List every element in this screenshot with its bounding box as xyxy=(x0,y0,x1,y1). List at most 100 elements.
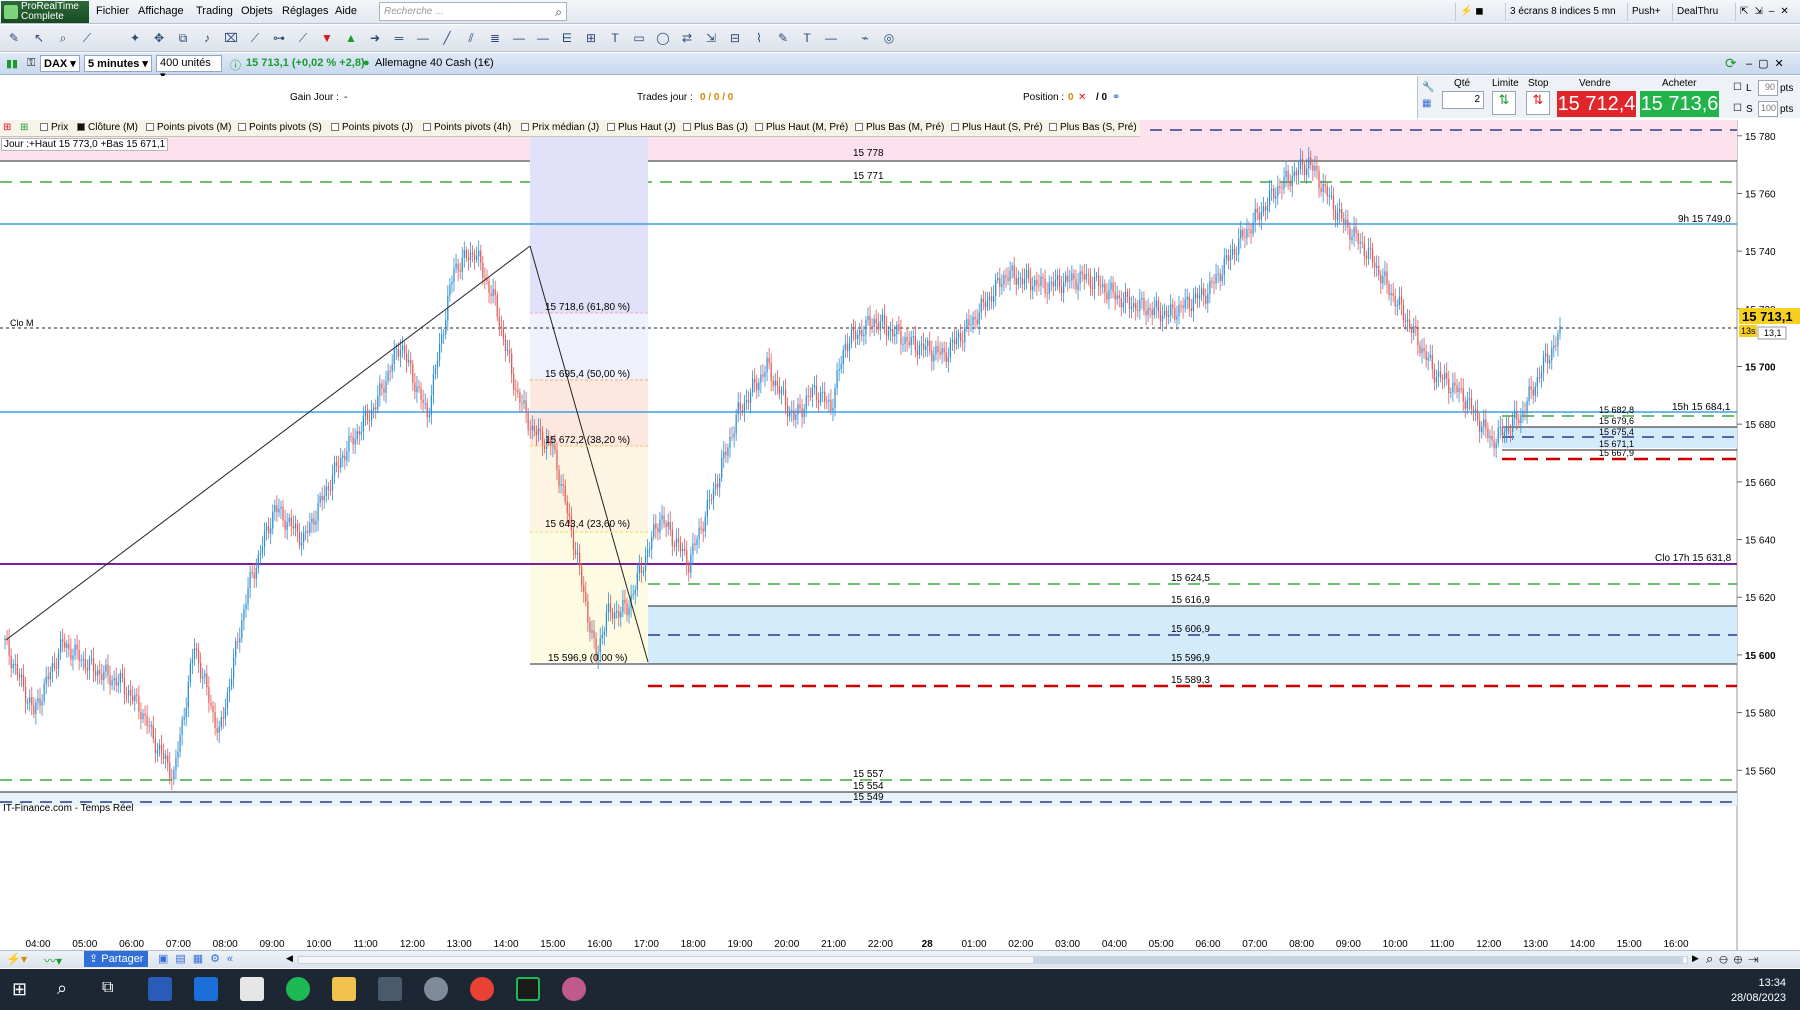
chart-canvas[interactable]: 15 778 15 771 Clo M 9h 15 749,0 15h 15 6… xyxy=(0,120,1800,950)
measure-icon[interactable]: ⇲ xyxy=(703,30,719,46)
qty-input[interactable]: 2 xyxy=(1442,91,1484,109)
ind-plus-haut-m-pre-checkbox[interactable] xyxy=(755,123,763,131)
task-view-icon[interactable]: ⧉ xyxy=(102,979,113,997)
calculator-icon[interactable]: ▦ xyxy=(1422,98,1431,109)
ind-plus-haut-j-checkbox[interactable] xyxy=(607,123,615,131)
word-icon[interactable] xyxy=(148,977,172,1001)
windows-start-icon[interactable]: ⊞ xyxy=(12,979,27,1000)
refresh-icon[interactable]: ⟳ xyxy=(1725,55,1737,72)
share-button[interactable]: ⇪ Partager xyxy=(84,951,149,967)
up-arrow-icon[interactable]: ▲ xyxy=(343,30,359,46)
dash-line-icon[interactable]: — xyxy=(823,30,839,46)
ind-pp-s[interactable]: Points pivots (S) xyxy=(238,122,322,133)
menu-affichage[interactable]: Affichage xyxy=(138,5,184,17)
ind-pp-m-checkbox[interactable] xyxy=(146,123,154,131)
settings-circle-icon[interactable]: ◎ xyxy=(881,30,897,46)
segment-icon[interactable]: ⊶ xyxy=(271,30,287,46)
copy-icon[interactable]: ⧉ xyxy=(175,30,191,46)
link-icon[interactable]: ⚭ xyxy=(1112,92,1120,103)
wrench-icon[interactable]: 🔧 xyxy=(1422,82,1434,93)
ind-plus-haut-s-pre-checkbox[interactable] xyxy=(951,123,959,131)
ind-prix-median[interactable]: Prix médian (J) xyxy=(521,122,599,133)
bell-icon[interactable]: ♪ xyxy=(199,30,215,46)
view-tools[interactable]: ▣▤▦⚙« xyxy=(158,952,240,965)
window-controls[interactable]: ⇱⇲–✕ xyxy=(1735,3,1799,21)
dealthru-button[interactable]: DealThru xyxy=(1672,3,1722,21)
right-arrow-icon[interactable]: ➜ xyxy=(367,30,383,46)
menu-objets[interactable]: Objets xyxy=(241,5,273,17)
ind-plus-bas-s-pre[interactable]: Plus Bas (S, Pré) xyxy=(1049,122,1137,133)
units-select[interactable]: 400 unités ▾ xyxy=(156,55,222,82)
blue-line-icon[interactable]: — xyxy=(535,30,551,46)
grid-icon[interactable]: ⊞ xyxy=(583,30,599,46)
sell-button[interactable]: 15 712,4 xyxy=(1557,91,1636,117)
arrow-box-icon[interactable]: ⇄ xyxy=(679,30,695,46)
push-button[interactable]: Push+ xyxy=(1627,3,1665,21)
magic-wand-icon[interactable]: ✦ xyxy=(127,30,143,46)
s-checkbox[interactable]: ☐ xyxy=(1733,103,1742,114)
parallel-icon[interactable]: ≣ xyxy=(487,30,503,46)
ind-pp-4h[interactable]: Points pivots (4h) xyxy=(423,122,511,133)
chrome-icon[interactable] xyxy=(470,977,494,1001)
zigzag-icon[interactable]: ⌁ xyxy=(857,30,873,46)
chart-type-icon[interactable]: ▮▮ xyxy=(6,57,18,70)
close-position-icon[interactable]: ✕ xyxy=(1078,92,1086,103)
down-arrow-icon[interactable]: ▼ xyxy=(319,30,335,46)
scroll-left-icon[interactable]: ◀ xyxy=(286,953,293,964)
taskbar-search-icon[interactable]: ⌕ xyxy=(57,978,67,999)
move-icon[interactable]: ✥ xyxy=(151,30,167,46)
ind-prix-checkbox[interactable] xyxy=(40,123,48,131)
trendline-icon[interactable]: — xyxy=(415,30,431,46)
scrollbar-thumb[interactable] xyxy=(1033,956,1683,964)
ind-pp-4h-checkbox[interactable] xyxy=(423,123,431,131)
ind-plus-haut-s-pre[interactable]: Plus Haut (S, Pré) xyxy=(951,122,1043,133)
line-tool-icon[interactable]: ⟋ xyxy=(247,30,263,46)
search-icon[interactable]: ⌕ xyxy=(555,5,562,20)
ind-pp-j-checkbox[interactable] xyxy=(331,123,339,131)
menu-reglages[interactable]: Réglages xyxy=(282,5,328,17)
ind-plus-haut-j[interactable]: Plus Haut (J) xyxy=(607,122,676,133)
ind-pp-s-checkbox[interactable] xyxy=(238,123,246,131)
text-box-icon[interactable]: T xyxy=(799,30,815,46)
l-checkbox[interactable]: ☐ xyxy=(1733,82,1742,93)
price-chart[interactable]: 15 778 15 771 Clo M 9h 15 749,0 15h 15 6… xyxy=(0,120,1800,950)
ind-pp-j[interactable]: Points pivots (J) xyxy=(331,122,413,133)
pencil-icon[interactable]: ✎ xyxy=(6,30,22,46)
ind-cloture-m-checkbox[interactable] xyxy=(77,123,85,131)
ind-plus-bas-j[interactable]: Plus Bas (J) xyxy=(683,122,748,133)
menu-fichier[interactable]: Fichier xyxy=(96,5,129,17)
scroll-right-icon[interactable]: ▶ xyxy=(1692,953,1699,964)
channel-icon[interactable]: ⫽ xyxy=(463,30,479,46)
files-icon[interactable] xyxy=(240,977,264,1001)
cycle-icon[interactable]: ⌇ xyxy=(751,30,767,46)
spotify-icon[interactable] xyxy=(286,977,310,1001)
explorer-icon[interactable] xyxy=(332,977,356,1001)
calculator-app-icon[interactable] xyxy=(378,977,402,1001)
trash-icon[interactable]: ⌧ xyxy=(223,30,239,46)
lock-icon[interactable]: ⚿ xyxy=(27,57,35,70)
ind-prix[interactable]: Prix xyxy=(40,122,68,133)
indicator-menu-icon[interactable]: ⚡▾ xyxy=(6,952,27,966)
info-icon[interactable]: ⓘ xyxy=(230,57,241,73)
ruler-icon[interactable]: ⟋ xyxy=(79,30,95,46)
cursor-icon[interactable]: ↖ xyxy=(31,30,47,46)
ind-plus-bas-j-checkbox[interactable] xyxy=(683,123,691,131)
zoom-icon[interactable]: ⌕ xyxy=(55,30,71,46)
chart-window-controls[interactable]: –▢✕ xyxy=(1746,57,1790,70)
ray-icon[interactable]: ⟋ xyxy=(295,30,311,46)
ellipse-icon[interactable]: ◯ xyxy=(655,30,671,46)
menu-aide[interactable]: Aide xyxy=(335,5,357,17)
chart-style-icon[interactable]: 〰▾ xyxy=(44,952,62,969)
ind-cloture-m[interactable]: Clôture (M) xyxy=(77,122,138,133)
rectangle-icon[interactable]: ▭ xyxy=(631,30,647,46)
add-indicator-icon[interactable]: ⊞ xyxy=(3,122,11,133)
indicator-icons[interactable]: ⚡ ◼ xyxy=(1455,3,1505,21)
ticker-select[interactable]: DAX ▾ xyxy=(40,55,80,72)
text-tool-icon[interactable]: T xyxy=(607,30,623,46)
ind-prix-median-checkbox[interactable] xyxy=(521,123,529,131)
l-points-input[interactable]: 90 xyxy=(1758,80,1778,96)
ind-plus-bas-m-pre-checkbox[interactable] xyxy=(855,123,863,131)
misc-app-icon[interactable] xyxy=(562,977,586,1001)
stop-order-button[interactable]: ⇅ xyxy=(1526,91,1550,115)
menu-trading[interactable]: Trading xyxy=(196,5,233,17)
